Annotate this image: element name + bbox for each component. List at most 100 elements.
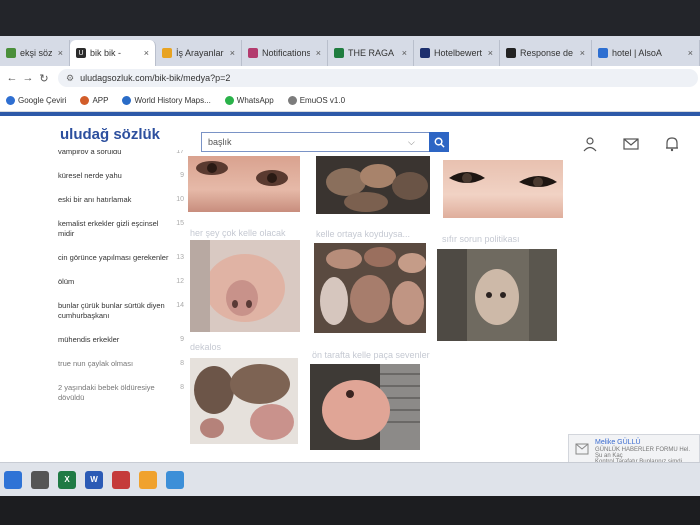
- bookmark-item[interactable]: World History Maps...: [122, 96, 211, 105]
- bookmark-item[interactable]: APP: [80, 96, 108, 105]
- address-url: uludagsozluk.com/bik-bik/medya?p=2: [80, 73, 231, 83]
- mail-icon[interactable]: [623, 136, 639, 152]
- browser-tab[interactable]: Response de ×: [500, 40, 592, 66]
- browser-tab[interactable]: THE RAGA S ×: [328, 40, 414, 66]
- media-caption[interactable]: kelle ortaya koyduysa...: [316, 229, 410, 239]
- sidebar-topic-count: 12: [176, 278, 184, 285]
- bookmarks-bar: Google Çeviri APP World History Maps... Wha…: [0, 90, 700, 112]
- bookmark-item[interactable]: EmuOS v1.0: [287, 96, 345, 105]
- monitor-bezel-bottom: [0, 496, 700, 525]
- word-icon[interactable]: W: [85, 470, 103, 489]
- app-a-icon[interactable]: [112, 470, 130, 489]
- tab-close-icon[interactable]: ×: [316, 48, 321, 58]
- bookmark-item[interactable]: Google Çeviri: [6, 96, 66, 105]
- media-caption[interactable]: ön tarafta kelle paça sevenler: [312, 350, 430, 360]
- sidebar-topic-label: kemalist erkekler gizli eşcinsel midir: [58, 219, 159, 238]
- sidebar-topic-label: cin görünce yapılması gerekenler: [58, 253, 169, 262]
- sidebar-topic-count: 10: [176, 196, 184, 203]
- media-thumbnail[interactable]: [310, 364, 420, 450]
- bookmark-item[interactable]: WhatsApp: [224, 96, 274, 105]
- excel-icon[interactable]: X: [58, 470, 76, 489]
- sidebar-topic-label: ölüm: [58, 277, 75, 286]
- sidebar-topic-list: vampirov a soruldu 17 küresel nerde yahu 9 e…: [40, 150, 188, 462]
- tab-label: Notifications: [262, 48, 310, 58]
- tab-close-icon[interactable]: ×: [144, 48, 149, 58]
- browser-tab[interactable]: İş Arayanlar ×: [156, 40, 242, 66]
- app-c-icon[interactable]: [166, 470, 184, 489]
- media-thumbnail[interactable]: [188, 156, 300, 212]
- sidebar-topic-count: 13: [176, 254, 184, 261]
- sidebar-topic[interactable]: eski bir anı hatırlamak 10: [40, 188, 188, 212]
- tab-close-icon[interactable]: ×: [488, 48, 493, 58]
- site-info-icon[interactable]: ⚙: [66, 73, 74, 84]
- search-icon: [434, 137, 445, 148]
- sidebar-topic[interactable]: true nun çaylak olması 8: [40, 352, 188, 376]
- tab-favicon-icon: [598, 48, 608, 58]
- browser-tab[interactable]: hotel | AlsoA ×: [592, 40, 700, 66]
- media-thumbnail[interactable]: [190, 358, 298, 444]
- bell-icon[interactable]: [664, 136, 680, 152]
- sidebar-topic[interactable]: küresel nerde yahu 9: [40, 164, 188, 188]
- windows-start-icon[interactable]: [4, 470, 22, 489]
- browser-tab-strip: ekşi sözlük -×Ubik bik -×İş Arayanlar×No…: [0, 36, 700, 66]
- media-thumbnail[interactable]: [190, 240, 300, 332]
- tab-close-icon[interactable]: ×: [230, 48, 235, 58]
- browser-tab[interactable]: Ubik bik - ×: [70, 40, 156, 66]
- media-caption[interactable]: dekalos: [190, 342, 221, 352]
- tab-close-icon[interactable]: ×: [688, 48, 693, 58]
- site-logo[interactable]: uludağ sözlük: [60, 126, 160, 143]
- media-caption[interactable]: her şey çok kelle olacak: [190, 228, 286, 238]
- sidebar-topic-count: 9: [180, 336, 184, 343]
- media-thumbnail[interactable]: [316, 156, 430, 214]
- media-thumbnail[interactable]: [314, 243, 426, 333]
- media-thumbnail[interactable]: [437, 249, 557, 341]
- sidebar-topic[interactable]: vampirov a soruldu 17: [40, 150, 188, 164]
- sidebar-topic[interactable]: kemalist erkekler gizli eşcinsel midir 15: [40, 212, 188, 246]
- forward-icon[interactable]: →: [20, 72, 36, 84]
- media-thumbnail[interactable]: [443, 160, 563, 218]
- bookmark-favicon-icon: [287, 96, 297, 105]
- tab-favicon-icon: [420, 48, 430, 58]
- tab-favicon-icon: [506, 48, 516, 58]
- reload-icon[interactable]: ↻: [36, 72, 52, 85]
- back-icon[interactable]: ←: [4, 72, 20, 84]
- tab-label: bik bik -: [90, 48, 122, 58]
- user-icon[interactable]: [582, 136, 598, 152]
- sidebar-topic[interactable]: mühendis erkekler 9: [40, 328, 188, 352]
- site-top-stripe: [0, 112, 700, 116]
- sidebar-topic-count: 9: [180, 172, 184, 179]
- tab-close-icon[interactable]: ×: [580, 48, 585, 58]
- sidebar-topic-count: 8: [180, 360, 184, 367]
- tab-favicon-icon: [248, 48, 258, 58]
- sidebar-topic-label: true nun çaylak olması: [58, 359, 134, 368]
- bookmark-favicon-icon: [6, 96, 15, 105]
- tab-favicon-icon: [162, 48, 172, 58]
- browser-tab[interactable]: Hotelbewert ×: [414, 40, 500, 66]
- search-button[interactable]: [429, 132, 449, 152]
- sidebar-topic-count: 17: [176, 150, 184, 155]
- sidebar-topic[interactable]: ölüm 12: [40, 270, 188, 294]
- tab-favicon-icon: [6, 48, 16, 58]
- search-input[interactable]: [201, 132, 429, 152]
- task-view-icon[interactable]: [31, 470, 49, 489]
- tab-close-icon[interactable]: ×: [402, 48, 407, 58]
- screen: ekşi sözlük -×Ubik bik -×İş Arayanlar×No…: [0, 0, 700, 525]
- browser-tab[interactable]: Notifications ×: [242, 40, 328, 66]
- bookmark-label: APP: [92, 96, 109, 105]
- tab-label: İş Arayanlar: [176, 48, 224, 58]
- windows-taskbar: XW: [0, 462, 700, 496]
- browser-toolbar: ← → ↻ ⚙ uludagsozluk.com/bik-bik/medya?p…: [0, 66, 700, 90]
- sidebar-topic-count: 15: [176, 220, 184, 227]
- media-caption[interactable]: sıfır sorun politikası: [442, 234, 520, 244]
- tab-close-icon[interactable]: ×: [58, 48, 63, 58]
- sidebar-topic[interactable]: cin görünce yapılması gerekenler 13: [40, 246, 188, 270]
- app-b-icon[interactable]: [139, 470, 157, 489]
- sidebar-topic-label: mühendis erkekler: [58, 335, 120, 344]
- sidebar-topic[interactable]: bunlar çürük bunlar sürtük diyen cumhurb…: [40, 294, 188, 328]
- address-bar[interactable]: ⚙ uludagsozluk.com/bik-bik/medya?p=2: [58, 69, 698, 87]
- browser-tab[interactable]: ekşi sözlük - ×: [0, 40, 70, 66]
- tab-label: Hotelbewert: [434, 48, 482, 58]
- sidebar-topic-label: küresel nerde yahu: [58, 171, 122, 180]
- sidebar-topic[interactable]: 2 yaşındaki bebek öldüresiye dövüldü 8: [40, 376, 188, 410]
- search-dropdown-caret-icon[interactable]: ⌵: [408, 137, 415, 148]
